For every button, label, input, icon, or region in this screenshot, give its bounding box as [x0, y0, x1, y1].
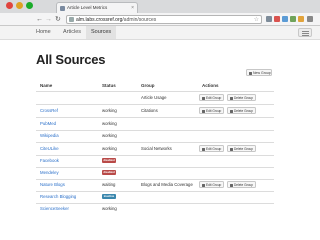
delete-label: Delete Group	[234, 147, 253, 151]
nav-item-sources[interactable]: Sources	[86, 26, 117, 39]
edit-icon	[202, 147, 205, 151]
trash-icon	[230, 183, 233, 187]
table-divider	[36, 203, 274, 204]
table-divider	[36, 155, 274, 156]
table-divider	[36, 117, 274, 118]
edit-group-button[interactable]: Edit Group	[199, 181, 225, 188]
delete-label: Delete Group	[234, 96, 253, 100]
delete-group-button[interactable]: Delete Group	[227, 145, 256, 152]
address-host: alm.labs.crossref.org	[76, 17, 123, 23]
source-link[interactable]: Wikipedia	[40, 133, 59, 138]
source-link[interactable]: Research Blogging	[40, 194, 76, 199]
nav-item-home[interactable]: Home	[36, 26, 51, 39]
source-link[interactable]: CrossRef	[40, 108, 58, 113]
source-status: working	[102, 146, 117, 151]
new-group-label: New Group	[253, 71, 271, 75]
page-title: All Sources	[36, 52, 106, 67]
window-close-icon[interactable]	[6, 2, 13, 9]
extension-icon[interactable]	[298, 16, 304, 22]
column-header-name: Name	[40, 83, 53, 88]
tab-close-icon[interactable]: ×	[131, 3, 134, 13]
table-divider	[36, 179, 274, 180]
trash-icon	[230, 109, 233, 113]
browser-toolbar: ← → ↻ alm.labs.crossref.org/admin/source…	[0, 13, 320, 26]
delete-label: Delete Group	[234, 109, 253, 113]
edit-group-button[interactable]: Edit Group	[199, 145, 225, 152]
edit-icon	[202, 183, 205, 187]
address-bar[interactable]: alm.labs.crossref.org/admin/sources ☆	[66, 15, 262, 24]
extension-icon[interactable]	[282, 16, 288, 22]
extension-icon[interactable]	[266, 16, 272, 22]
nav-item-articles[interactable]: Articles	[63, 26, 81, 39]
column-header-group: Group	[141, 83, 155, 88]
status-badge: disabled	[102, 158, 116, 163]
column-header-actions: Actions	[202, 83, 219, 88]
group-name: Blogs and Media Coverage	[141, 182, 193, 187]
address-path: /admin/sources	[122, 17, 157, 23]
source-link[interactable]: Facebook	[40, 158, 59, 163]
edit-label: Edit Group	[206, 147, 222, 151]
trash-icon	[230, 147, 233, 151]
edit-label: Edit Group	[206, 109, 222, 113]
edit-label: Edit Group	[206, 183, 222, 187]
source-link[interactable]: Mendeley	[40, 170, 59, 175]
site-icon	[69, 17, 74, 22]
window-zoom-icon[interactable]	[26, 2, 33, 9]
edit-icon	[202, 96, 205, 100]
group-name: Social Networks	[141, 146, 172, 151]
group-name: Article Usage	[141, 95, 167, 100]
source-link[interactable]: CiteULike	[40, 146, 59, 151]
source-status: working	[102, 121, 117, 126]
new-group-button[interactable]: New Group	[246, 69, 272, 76]
column-header-status: Status	[102, 83, 116, 88]
table-divider	[36, 130, 274, 131]
source-link[interactable]: ScienceSeeker	[40, 206, 69, 211]
reload-icon[interactable]: ↻	[55, 15, 61, 24]
extension-icon[interactable]	[274, 16, 280, 22]
table-divider	[36, 91, 274, 92]
nav-toggle-button[interactable]	[298, 28, 312, 37]
source-status: working	[102, 206, 117, 211]
status-badge: inactive	[102, 194, 116, 199]
source-link[interactable]: PubMed	[40, 121, 56, 126]
status-badge: disabled	[102, 170, 116, 175]
source-status: waiting	[102, 182, 116, 187]
edit-icon	[202, 109, 205, 113]
tab-title: Article Level Metrics	[67, 5, 108, 10]
group-name: Citations	[141, 108, 158, 113]
bookmark-star-icon[interactable]: ☆	[254, 16, 259, 24]
edit-group-button[interactable]: Edit Group	[199, 107, 225, 114]
extension-icon[interactable]	[290, 16, 296, 22]
table-divider	[36, 142, 274, 143]
delete-group-button[interactable]: Delete Group	[227, 181, 256, 188]
source-status: working	[102, 133, 117, 138]
window-minimize-icon[interactable]	[16, 2, 23, 9]
delete-group-button[interactable]: Delete Group	[227, 94, 256, 101]
delete-label: Delete Group	[234, 183, 253, 187]
forward-icon[interactable]: →	[45, 15, 52, 24]
source-status: working	[102, 108, 117, 113]
back-icon[interactable]: ←	[36, 15, 43, 24]
edit-label: Edit Group	[206, 96, 222, 100]
app-navbar: Home Articles Sources	[0, 26, 320, 40]
plus-icon	[249, 71, 252, 75]
trash-icon	[230, 96, 233, 100]
table-divider	[36, 167, 274, 168]
browser-tabstrip: Article Level Metrics ×	[0, 0, 320, 13]
menu-icon[interactable]	[307, 16, 313, 22]
edit-group-button[interactable]: Edit Group	[199, 94, 225, 101]
delete-group-button[interactable]: Delete Group	[227, 107, 256, 114]
table-divider	[36, 191, 274, 192]
favicon-icon	[60, 6, 65, 11]
table-divider	[36, 104, 274, 105]
browser-tab[interactable]: Article Level Metrics ×	[56, 2, 138, 13]
source-link[interactable]: Nature Blogs	[40, 182, 65, 187]
